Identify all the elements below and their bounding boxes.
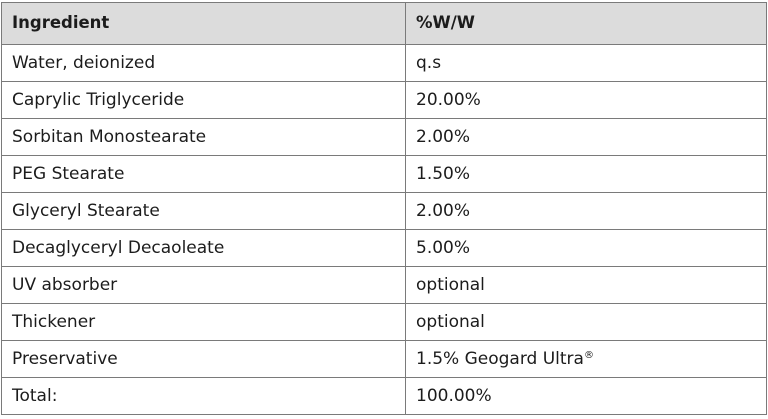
table-row: Decaglyceryl Decaoleate 5.00% (1, 229, 767, 267)
amount-cell: 1.50% (405, 155, 767, 193)
amount-cell: 5.00% (405, 229, 767, 267)
column-header-percent-ww: %W/W (405, 2, 767, 45)
table-row-total: Total: 100.00% (1, 377, 767, 415)
table-row: Glyceryl Stearate 2.00% (1, 192, 767, 230)
ingredient-cell: Preservative (1, 340, 406, 378)
total-amount-cell: 100.00% (405, 377, 767, 415)
ingredient-cell: Caprylic Triglyceride (1, 81, 406, 119)
amount-cell: 1.5% Geogard Ultra® (405, 340, 767, 378)
amount-cell: 20.00% (405, 81, 767, 119)
formulation-table: Ingredient %W/W Water, deionized q.s Cap… (1, 2, 767, 415)
ingredient-cell: Thickener (1, 303, 406, 341)
amount-cell: q.s (405, 44, 767, 82)
amount-cell: 2.00% (405, 118, 767, 156)
table-row: Caprylic Triglyceride 20.00% (1, 81, 767, 119)
ingredient-cell: Glyceryl Stearate (1, 192, 406, 230)
ingredient-cell: Decaglyceryl Decaoleate (1, 229, 406, 267)
table-row: UV absorber optional (1, 266, 767, 304)
table-row: PEG Stearate 1.50% (1, 155, 767, 193)
table-row: Sorbitan Monostearate 2.00% (1, 118, 767, 156)
ingredient-cell: UV absorber (1, 266, 406, 304)
amount-cell: optional (405, 303, 767, 341)
amount-cell: optional (405, 266, 767, 304)
ingredient-cell: Water, deionized (1, 44, 406, 82)
table-header: Ingredient %W/W (1, 2, 767, 45)
table-row: Thickener optional (1, 303, 767, 341)
ingredient-cell: Sorbitan Monostearate (1, 118, 406, 156)
table-row: Water, deionized q.s (1, 44, 767, 82)
ingredient-cell: PEG Stearate (1, 155, 406, 193)
total-label-cell: Total: (1, 377, 406, 415)
table-row: Preservative 1.5% Geogard Ultra® (1, 340, 767, 378)
header-row: Ingredient %W/W (1, 2, 767, 45)
column-header-ingredient: Ingredient (1, 2, 406, 45)
amount-cell: 2.00% (405, 192, 767, 230)
table-body: Water, deionized q.s Caprylic Triglyceri… (1, 44, 767, 415)
